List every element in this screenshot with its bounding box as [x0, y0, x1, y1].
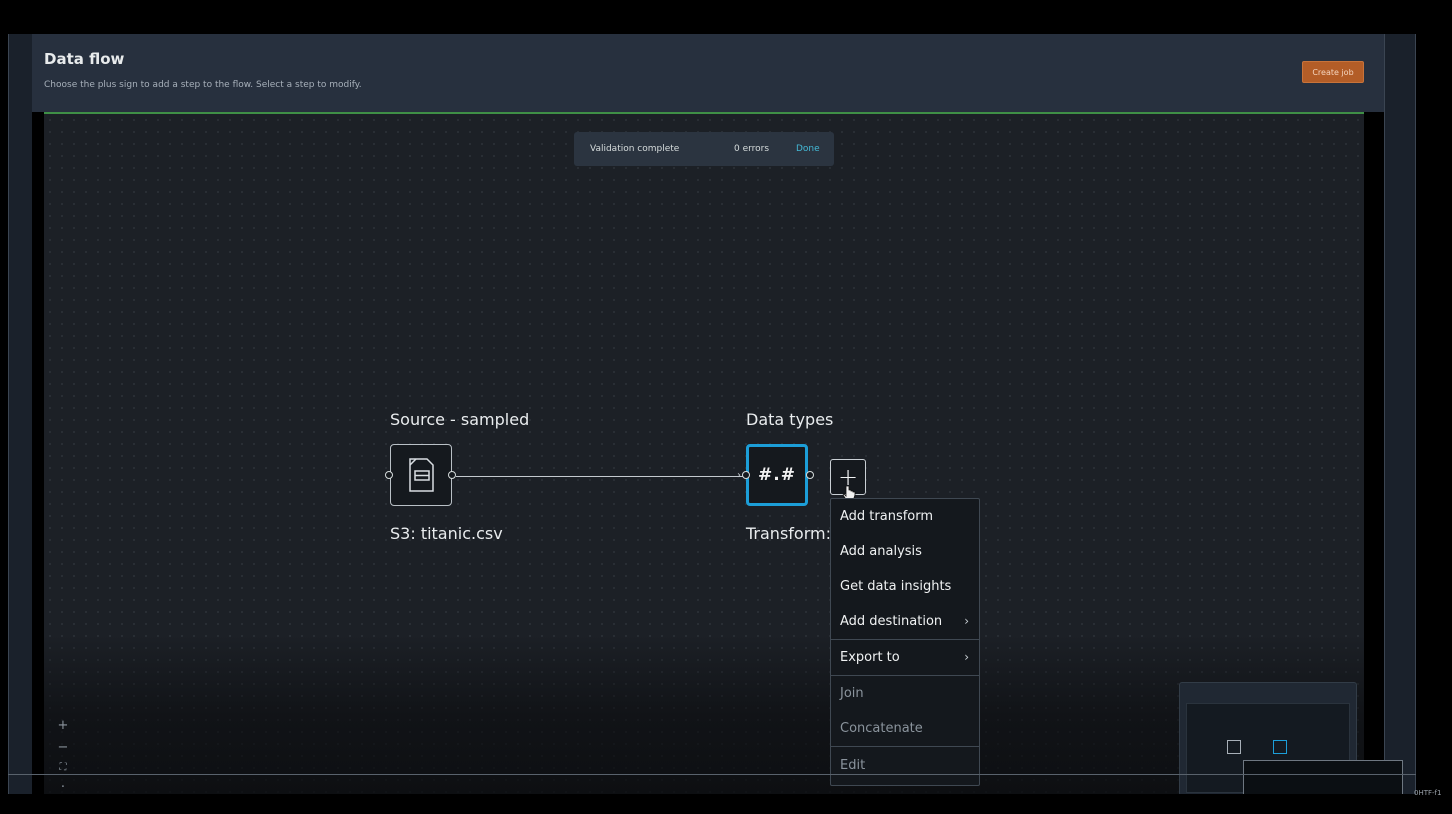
create-job-button[interactable]: Create job — [1302, 61, 1364, 83]
menu-item-label: Edit — [840, 758, 866, 773]
validation-status: Validation complete — [590, 144, 680, 154]
left-letterbox — [0, 34, 8, 794]
minimap-data-types-node — [1273, 740, 1287, 754]
menu-item-add-destination[interactable]: Add destination › — [831, 604, 979, 639]
source-node[interactable] — [390, 444, 452, 506]
data-types-node-title: Data types — [746, 410, 834, 429]
menu-item-join[interactable]: Join — [831, 676, 979, 711]
menu-item-get-data-insights[interactable]: Get data insights — [831, 569, 979, 604]
menu-item-label: Concatenate — [840, 721, 923, 736]
menu-item-label: Add analysis — [840, 544, 922, 559]
data-types-output-port[interactable] — [806, 471, 814, 479]
minimap[interactable] — [1179, 682, 1403, 804]
flow-edge — [456, 476, 744, 477]
right-letterbox — [1416, 34, 1452, 794]
menu-item-label: Add transform — [840, 509, 934, 524]
left-gutter — [8, 34, 32, 794]
validation-errors: 0 errors — [734, 144, 770, 154]
document-table-icon — [409, 458, 434, 492]
right-gutter — [1384, 34, 1416, 794]
zoom-in-button[interactable]: + — [56, 718, 70, 733]
validation-toast: Validation complete 0 errors Done — [574, 132, 834, 166]
add-step-menu: Add transform Add analysis Get data insi… — [830, 498, 980, 786]
corner-code: 0HTF-f1 — [1414, 789, 1442, 797]
zoom-controls: + − ⛶ · — [52, 718, 74, 796]
menu-item-label: Join — [840, 686, 864, 701]
bottom-letterbox — [0, 794, 1452, 814]
top-letterbox — [0, 0, 1452, 34]
minimap-source-node — [1227, 740, 1241, 754]
menu-item-export-to[interactable]: Export to › — [831, 640, 979, 675]
more-zoom-button[interactable]: · — [56, 780, 70, 795]
data-types-node[interactable]: #.# — [746, 444, 808, 506]
menu-item-concatenate[interactable]: Concatenate — [831, 711, 979, 746]
fit-view-button[interactable]: ⛶ — [56, 762, 70, 773]
page-title: Data flow — [44, 50, 125, 68]
menu-item-add-transform[interactable]: Add transform — [831, 499, 979, 534]
zoom-out-button[interactable]: − — [56, 740, 70, 755]
page-header: Data flow Choose the plus sign to add a … — [32, 34, 1384, 112]
menu-item-edit[interactable]: Edit — [831, 748, 979, 783]
minimap-viewport — [1186, 703, 1403, 804]
menu-item-add-analysis[interactable]: Add analysis — [831, 534, 979, 569]
menu-item-label: Add destination — [840, 614, 943, 629]
menu-item-label: Get data insights — [840, 579, 952, 594]
source-output-port[interactable] — [448, 471, 456, 479]
source-node-title: Source - sampled — [390, 410, 530, 429]
data-types-node-subtitle: Transform: — [746, 524, 831, 543]
edge-arrow-icon: › — [737, 470, 741, 481]
flow-canvas[interactable]: Validation complete 0 errors Done Source… — [44, 112, 1403, 804]
page-subtitle: Choose the plus sign to add a step to th… — [44, 80, 362, 90]
chevron-right-icon: › — [964, 650, 969, 664]
data-types-input-port[interactable] — [742, 471, 750, 479]
source-node-subtitle: S3: titanic.csv — [390, 524, 503, 543]
source-input-port[interactable] — [385, 471, 393, 479]
validation-done-link[interactable]: Done — [796, 144, 820, 154]
chevron-right-icon: › — [964, 614, 969, 628]
menu-divider — [831, 746, 979, 747]
bottom-divider — [8, 774, 1416, 775]
menu-item-label: Export to — [840, 650, 900, 665]
